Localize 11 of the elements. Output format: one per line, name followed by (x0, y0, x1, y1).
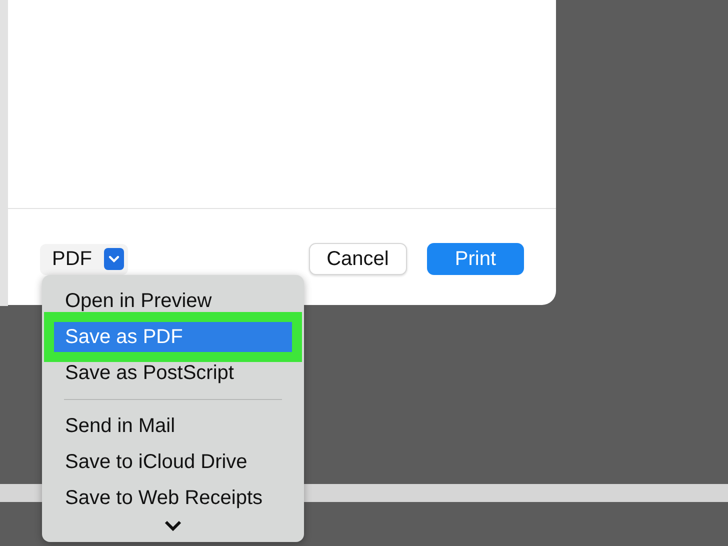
menu-item[interactable]: Save to Web Receipts (42, 480, 304, 516)
chevron-down-icon (164, 520, 182, 532)
menu-item[interactable]: Save as PDF (54, 322, 292, 352)
pdf-menu-button[interactable]: PDF (40, 244, 128, 274)
menu-item[interactable]: Save to iCloud Drive (42, 444, 304, 480)
print-button[interactable]: Print (426, 243, 524, 275)
caret-icon (104, 248, 124, 270)
menu-item[interactable]: Send in Mail (42, 408, 304, 444)
cancel-button[interactable]: Cancel (308, 243, 407, 275)
menu-item[interactable]: Save as PostScript (42, 355, 304, 391)
menu-item[interactable]: Open in Preview (42, 283, 304, 319)
